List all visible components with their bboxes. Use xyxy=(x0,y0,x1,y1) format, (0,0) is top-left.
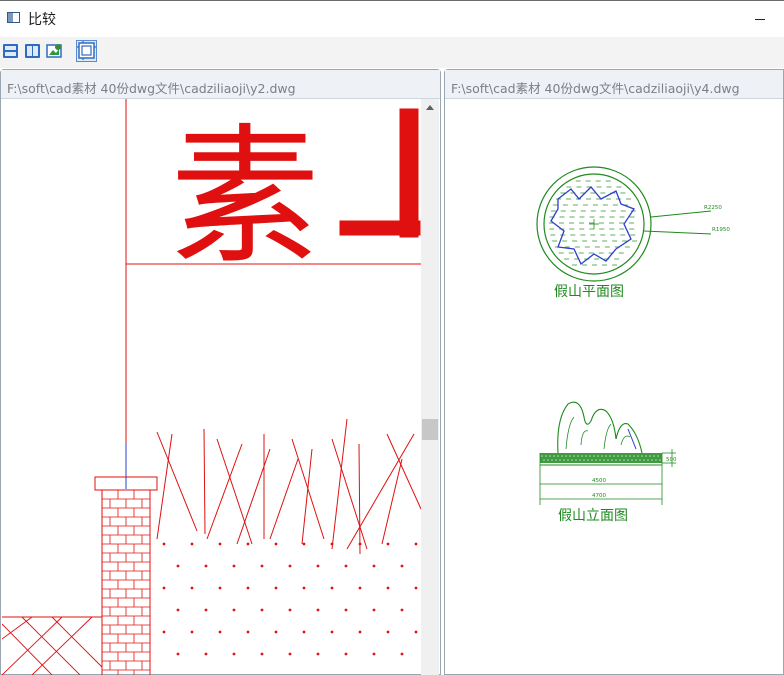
sync-view-icon xyxy=(77,41,96,60)
right-panel-header: F:\soft\cad素材 40份dwg文件\cadziliaoji\y4.dw… xyxy=(445,70,783,99)
horizontal-split-icon xyxy=(3,44,18,58)
vertical-split-button[interactable] xyxy=(24,42,42,60)
height-dim: 500 xyxy=(666,457,677,463)
plan-label: 假山平面图 xyxy=(554,284,624,300)
rockery-elevation-view: 4500 4700 500 假山立面图 xyxy=(539,401,677,524)
left-drawing-canvas[interactable]: 素 xyxy=(2,99,421,675)
large-cad-text: 素 xyxy=(170,111,320,285)
partial-cad-character xyxy=(339,108,421,238)
left-vertical-scrollbar[interactable] xyxy=(421,99,439,675)
scroll-up-arrow-icon[interactable] xyxy=(426,105,434,110)
toolbar xyxy=(0,37,784,68)
sync-view-button[interactable] xyxy=(76,40,97,62)
brick-pattern xyxy=(101,489,150,675)
width-dim-1: 4500 xyxy=(592,478,606,484)
radius-dim-1: R2250 xyxy=(704,205,722,211)
soil-hatch-dots xyxy=(162,542,418,656)
left-panel-header: F:\soft\cad素材 40份dwg文件\cadziliaoji\y2.dw… xyxy=(1,70,440,99)
window-title: 比较 xyxy=(28,12,56,28)
title-bar: 比较 xyxy=(0,0,784,37)
radius-dim-2: R1950 xyxy=(712,227,730,233)
horizontal-split-button[interactable] xyxy=(2,42,20,60)
grass-strokes xyxy=(156,418,421,555)
right-drawing-panel: F:\soft\cad素材 40份dwg文件\cadziliaoji\y4.dw… xyxy=(444,69,784,675)
compare-image-button[interactable] xyxy=(46,42,64,60)
right-panel-title: F:\soft\cad素材 40份dwg文件\cadziliaoji\y4.dw… xyxy=(451,81,740,96)
left-drawing-panel: F:\soft\cad素材 40份dwg文件\cadziliaoji\y2.dw… xyxy=(0,69,441,675)
right-drawing-canvas[interactable]: R2250 R1950 假山平面图 4500 4700 500 假山立面图 xyxy=(446,99,784,675)
compare-app-icon xyxy=(7,12,20,23)
elevation-label: 假山立面图 xyxy=(558,508,628,524)
compare-image-icon xyxy=(46,44,62,58)
rockery-plan-view: R2250 R1950 假山平面图 xyxy=(536,166,730,300)
left-panel-title: F:\soft\cad素材 40份dwg文件\cadziliaoji\y2.dw… xyxy=(7,81,296,96)
width-dim-2: 4700 xyxy=(592,493,606,499)
minimize-button[interactable] xyxy=(742,3,778,33)
scroll-thumb[interactable] xyxy=(422,419,438,440)
minimize-icon xyxy=(755,19,765,20)
ground-hatch xyxy=(2,616,103,675)
vertical-split-icon xyxy=(25,44,40,58)
left-drawing-content: 素 xyxy=(2,99,421,675)
